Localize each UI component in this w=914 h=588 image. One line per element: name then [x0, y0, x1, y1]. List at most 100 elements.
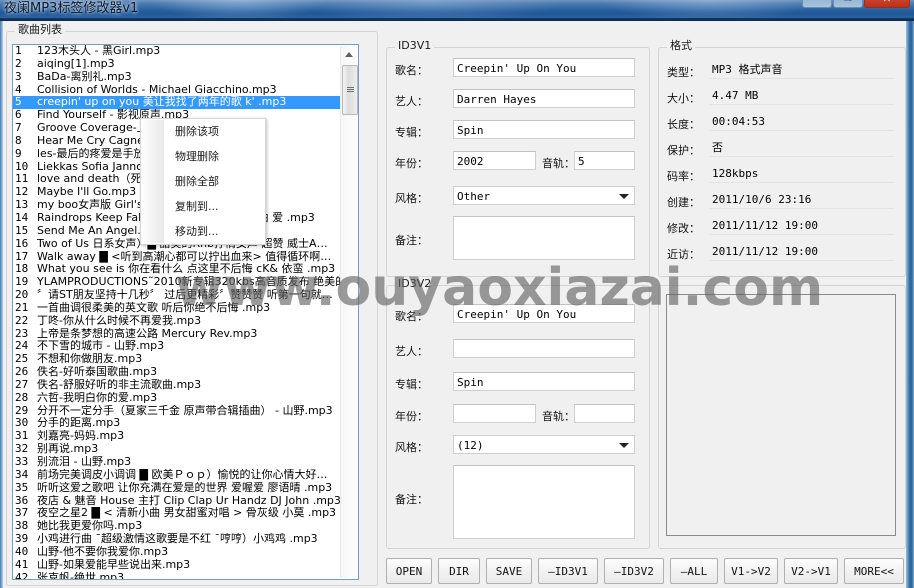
song-list-item[interactable]: 40 山野-他不要你我爱你.mp3	[13, 546, 358, 559]
format-row-label: 保护：	[667, 144, 700, 157]
song-list-item[interactable]: 5 creepin' up on you 美让我找了两年的歌 k' .mp3	[13, 96, 358, 110]
id3v2-year-input[interactable]	[453, 404, 536, 423]
id3v2-artist-input[interactable]	[453, 339, 635, 358]
id3v2-comment-input[interactable]	[453, 465, 635, 539]
maximize-button[interactable]: ❐	[833, 0, 863, 8]
song-index: 33	[15, 456, 29, 468]
action-button-more[interactable]: MORE<<	[844, 558, 904, 584]
id3v1-comment-input[interactable]	[453, 216, 635, 260]
context-menu-item[interactable]: 复制到...	[141, 194, 265, 219]
id3v1-title: ID3V1	[395, 40, 435, 52]
id3v1-artist-input[interactable]: Darren Hayes	[453, 89, 635, 108]
song-name: 丁咚-你从什么时候不再爱我.mp3	[37, 314, 202, 327]
song-name: YLAMPRODUCTIONS˜2010新专辑320kbs高音质发布 绝美的钢琴…	[37, 276, 358, 289]
song-list-item[interactable]: 29 分开不一定分手（夏家三千金 原声带合辑插曲） - 山野.mp3	[13, 405, 358, 418]
song-list-item[interactable]: 27 佚名-舒服好听的非主流歌曲.mp3	[13, 379, 358, 392]
song-name: 不想和你做朋友.mp3	[37, 353, 143, 366]
song-list-item[interactable]: 17 Walk away █ <听到高潮心都可以拧出血来> 值得循环啊…	[13, 251, 358, 264]
context-menu-item[interactable]: 删除全部	[141, 169, 265, 194]
song-list-item[interactable]: 32 别再说.mp3	[13, 443, 358, 456]
song-list-item[interactable]: 4 Collision of Worlds - Michael Giacchino…	[13, 84, 358, 97]
action-button-open[interactable]: OPEN	[386, 558, 432, 584]
id3v1-song-input[interactable]: Creepin' Up On You	[453, 58, 635, 77]
close-button[interactable]: ✕	[864, 0, 910, 8]
format-row-label: 大小：	[667, 92, 700, 105]
song-list-item[interactable]: 18 What you see is 你在看什么 点这里不后悔 cK& 依蛮 .m…	[13, 263, 358, 276]
song-list-item[interactable]: 38 她比我更爱你吗.mp3	[13, 520, 358, 533]
song-list-item[interactable]: 30 分手的距离.mp3	[13, 417, 358, 430]
song-name: Maybe I'll Go.mp3	[37, 186, 137, 199]
id3v1-album-input[interactable]: Spin	[453, 120, 635, 139]
song-list-item[interactable]: 24 不下雪的城市 - 山野.mp3	[13, 340, 358, 353]
context-menu-item[interactable]: 删除该项	[141, 119, 265, 144]
id3v2-song-input[interactable]: Creepin' Up On You	[453, 304, 635, 323]
song-name: 不下雪的城市 - 山野.mp3	[37, 340, 165, 353]
song-list-item[interactable]: 22 丁咚-你从什么时候不再爱我.mp3	[13, 315, 358, 328]
song-name: What you see is 你在看什么 点这里不后悔 cK& 依蛮 .mp3	[37, 263, 336, 276]
action-button-id3v2[interactable]: —ID3V2	[604, 558, 664, 584]
song-list-item[interactable]: 20 〞请ST朋友坚持十几秒〞 过后更精彩〞赞赞赞 听第一句就…	[13, 289, 358, 302]
id3v2-album-input[interactable]: Spin	[453, 372, 635, 391]
song-list-item[interactable]: 33 别流泪 - 山野.mp3	[13, 456, 358, 469]
scrollbar-thumb[interactable]	[342, 65, 358, 115]
id3v2-artist-label: 艺人：	[395, 345, 428, 358]
song-name: 分手的距离.mp3	[37, 417, 121, 430]
action-button-id3v1[interactable]: —ID3V1	[538, 558, 598, 584]
context-menu-item[interactable]: 移动到...	[141, 219, 265, 244]
id3v1-genre-label: 风格：	[395, 192, 428, 205]
song-index: 9	[15, 147, 22, 160]
format-row-label: 近访：	[667, 248, 700, 261]
action-button-v2v1[interactable]: V2->V1	[784, 558, 838, 584]
song-name: creepin' up on you 美让我找了两年的歌 k' .mp3	[37, 96, 287, 109]
window-left-border	[0, 21, 3, 588]
id3v2-genre-select[interactable]: (12)	[453, 435, 635, 454]
song-list-item[interactable]: 1 123木头人 - 黑Girl.mp3	[13, 45, 358, 58]
action-button-v1v2[interactable]: V1->V2	[724, 558, 778, 584]
scroll-up-button[interactable]	[341, 46, 357, 63]
action-button-save[interactable]: SAVE	[486, 558, 532, 584]
id3v2-track-input[interactable]	[574, 404, 635, 423]
title-bar[interactable]: 夜阑MP3标签修改器v1 — ❐ ✕	[0, 0, 914, 21]
song-list-group: 歌曲列表 1 123木头人 - 黑Girl.mp3 2 aiqing[1].mp3 3 B…	[6, 24, 378, 586]
song-list-item[interactable]: 28 六哲-我明白你的爱.mp3	[13, 392, 358, 405]
song-list-item[interactable]: 36 夜店 & 魅音 House 主打 Clip Clap Ur Handz DJ…	[13, 495, 358, 508]
song-list-item[interactable]: 25 不想和你做朋友.mp3	[13, 353, 358, 366]
song-list-item[interactable]: 21 一首曲调很柔美的英文歌 听后你绝不后悔 .mp3	[13, 302, 358, 315]
action-button-all[interactable]: —ALL	[670, 558, 718, 584]
song-list-item[interactable]: 42 张克帆-绝世.mp3	[13, 572, 358, 579]
song-list-item[interactable]: 37 夜空之星2 █ < 清新小曲 男女甜蜜对唱 > 骨灰级 小莫 .mp3	[13, 507, 358, 520]
song-index: 21	[15, 301, 29, 314]
song-list-item[interactable]: 23 上帝是条梦想的高速公路 Mercury Rev.mp3	[13, 328, 358, 341]
song-index: 4	[15, 83, 22, 96]
titlebar-glass-highlight-2	[300, 0, 560, 21]
format-row-value: 128kbps	[709, 164, 894, 183]
song-list-item[interactable]: 41 山野-如果爱能早些说出来.mp3	[13, 559, 358, 572]
id3v1-genre-select[interactable]: Other	[453, 186, 635, 205]
window-controls: — ❐ ✕	[802, 0, 910, 8]
song-list-item[interactable]: 35 听听这爱之歌吧 让你充满在爱是的世界 爱喔爱 廖语晴 .mp3	[13, 482, 358, 495]
song-index: 12	[15, 186, 29, 199]
song-list-item[interactable]: 3 BaDa-离别礼.mp3	[13, 71, 358, 84]
format-row-value: 2011/11/12 19:00	[709, 242, 894, 261]
context-menu[interactable]: 删除该项 物理删除 删除全部 复制到... 移动到...	[140, 118, 266, 245]
song-index: 27	[15, 378, 29, 391]
song-list-scrollbar[interactable]	[340, 46, 358, 578]
action-button-dir[interactable]: DIR	[438, 558, 480, 584]
id3v1-song-label: 歌名：	[395, 64, 428, 77]
song-list-item[interactable]: 34 前场完美调皮小调调 █ 欧美Ｐｏｐ）愉悦的让你心情大好…	[13, 469, 358, 482]
context-menu-item[interactable]: 物理删除	[141, 144, 265, 169]
format-group: 格式 类型： MP3 格式声音 大小： 4.47 MB 长度： 00:04:53 保护： 否码…	[658, 40, 906, 277]
album-art-preview[interactable]	[666, 294, 896, 536]
song-name: 听听这爱之歌吧 让你充满在爱是的世界 爱喔爱 廖语晴 .mp3	[37, 481, 333, 494]
minimize-button[interactable]: —	[802, 0, 832, 8]
song-list-item[interactable]: 2 aiqing[1].mp3	[13, 58, 358, 71]
song-index: 16	[15, 237, 29, 250]
song-list-item[interactable]: 26 佚名-好听泰国歌曲.mp3	[13, 366, 358, 379]
id3v2-group: ID3V2 歌名： Creepin' Up On You 艺人： 专辑： Spi…	[386, 278, 650, 549]
song-list-item[interactable]: 19 YLAMPRODUCTIONS˜2010新专辑320kbs高音质发布 绝美的…	[13, 276, 358, 289]
song-list-item[interactable]: 39 小鸡进行曲 ˉ超级激情这歌要是不红 ˉ哼哼）小鸡鸡 .mp3	[13, 533, 358, 546]
id3v1-year-input[interactable]: 2002	[453, 151, 536, 170]
song-list-item[interactable]: 31 刘嘉亮-妈妈.mp3	[13, 430, 358, 443]
id3v1-track-input[interactable]: 5	[574, 151, 635, 170]
song-index: 25	[15, 353, 29, 366]
